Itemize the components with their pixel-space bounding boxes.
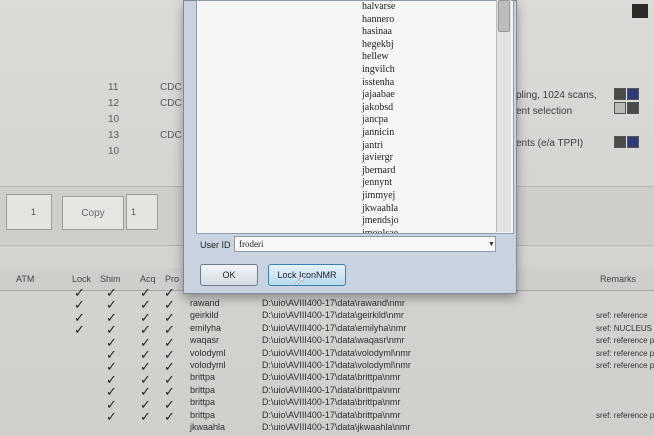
user-cell: geirkild [190, 310, 219, 321]
checkmark-icon: ✓ [164, 409, 175, 424]
path-cell: D:\uio\AVIII400-17\data\brittpa\nmr [262, 384, 401, 395]
experiment-number: 10 [108, 146, 120, 157]
userid-combobox[interactable]: froderi [234, 236, 496, 252]
user-list-scrollbar[interactable] [496, 0, 511, 232]
spinner-value: 1 [131, 207, 137, 217]
path-cell: D:\uio\AVIII400-17\data\brittpa\nmr [262, 409, 401, 420]
checkmark-icon: ✓ [106, 409, 117, 424]
column-header-lock[interactable]: Lock [72, 274, 91, 284]
solvent-code: CDC [160, 130, 182, 141]
remarks-cell: sref: reference p [596, 410, 654, 420]
experiment-number: 13 [108, 130, 120, 141]
user-cell: volodyml [190, 360, 226, 370]
parameter-text: ent selection [516, 106, 573, 117]
user-cell: waqasr [190, 335, 220, 346]
user-cell: emilyha [190, 322, 222, 333]
checkmark-icon: ✓ [140, 409, 151, 424]
user-cell: brittpa [190, 372, 216, 383]
column-header-proc[interactable]: Pro [165, 274, 179, 284]
user-list-item[interactable]: isstenha [362, 77, 394, 88]
experiment-number: 12 [108, 98, 120, 109]
user-list-item[interactable]: jimmyej [362, 190, 395, 201]
user-list-item[interactable]: jakobsd [362, 102, 393, 113]
path-cell: D:\uio\AVIII400-17\data\volodyml\nmr [262, 360, 411, 370]
lock-iconnmr-button[interactable]: Lock IconNMR [268, 264, 346, 286]
user-list-item[interactable]: jajaabae [362, 89, 395, 100]
edit-icon[interactable] [614, 88, 626, 100]
experiment-number: 11 [108, 82, 119, 93]
user-cell: volodyml [190, 347, 226, 358]
view-icon[interactable] [627, 102, 639, 114]
user-list[interactable]: halvarse hannero hasinaa hegekbj hellew ingvi… [196, 0, 514, 234]
remarks-cell: sref: NUCLEUS [596, 323, 653, 333]
userid-label: User ID [200, 240, 231, 250]
user-cell: brittpa [190, 384, 216, 395]
path-cell: D:\uio\AVIII400-17\data\waqasr\nmr [262, 335, 405, 346]
user-list-item[interactable]: jkwaahla [362, 203, 398, 214]
user-cell: jkwaahla [190, 422, 226, 432]
view-icon[interactable] [627, 88, 639, 100]
checkmark-icon: ✓ [74, 322, 85, 338]
user-list-item[interactable]: hellew [362, 51, 389, 62]
spinner-value: 1 [31, 207, 37, 217]
holder-spinner[interactable]: 1 [6, 194, 52, 230]
user-list-item[interactable]: hannero [362, 14, 394, 25]
user-list-item[interactable]: jmendsjo [362, 215, 399, 226]
scrollbar-thumb[interactable] [498, 0, 510, 32]
path-cell: D:\uio\AVIII400-17\data\brittpa\nmr [262, 372, 401, 383]
user-list-item[interactable]: javiergr [362, 152, 393, 163]
remarks-cell: sref: reference p [596, 348, 654, 358]
user-list-item[interactable]: jbernard [362, 165, 395, 176]
column-header-atm[interactable]: ATM [16, 274, 34, 284]
view-icon[interactable] [627, 136, 639, 148]
edit-icon[interactable] [614, 102, 626, 114]
remarks-cell: sref: reference p [596, 336, 654, 346]
copy-button[interactable]: Copy [62, 196, 124, 230]
window-control-icon[interactable] [632, 4, 648, 18]
user-list-item[interactable]: jannicin [362, 127, 394, 138]
user-cell: brittpa [190, 409, 216, 420]
path-cell: D:\uio\AVIII400-17\data\volodyml\nmr [262, 347, 411, 358]
user-list-item[interactable]: jancpa [362, 114, 388, 125]
ok-button[interactable]: OK [200, 264, 258, 286]
path-cell: D:\uio\AVIII400-17\data\jkwaahla\nmr [262, 422, 411, 432]
solvent-code: CDC [160, 82, 182, 93]
solvent-code: CDC [160, 98, 182, 109]
user-list-item[interactable]: jantri [362, 140, 383, 151]
path-cell: D:\uio\AVIII400-17\data\geirkild\nmr [262, 310, 404, 321]
user-cell: rawand [190, 298, 220, 308]
mouse-cursor-icon: ➚ [294, 272, 306, 288]
user-list-item[interactable]: jennynt [362, 177, 392, 188]
copy-count-spinner[interactable]: 1 [126, 194, 158, 230]
user-list-item[interactable]: halvarse [362, 1, 395, 12]
chevron-down-icon[interactable]: ▼ [488, 241, 495, 248]
parameter-text: ents (e/a TPPI) [516, 138, 584, 149]
remarks-cell: sref: reference [596, 311, 648, 321]
experiment-number: 10 [108, 114, 120, 125]
edit-icon[interactable] [614, 136, 626, 148]
column-header-shim[interactable]: Shim [100, 274, 121, 284]
remarks-cell: sref: reference p [596, 361, 654, 370]
user-list-item[interactable]: jmoolsae [362, 228, 398, 233]
column-header-remarks[interactable]: Remarks [600, 274, 636, 284]
user-list-item[interactable]: ingvilch [362, 64, 395, 75]
user-list-item[interactable]: hasinaa [362, 26, 392, 37]
path-cell: D:\uio\AVIII400-17\data\emilyha\nmr [262, 322, 407, 333]
path-cell: D:\uio\AVIII400-17\data\rawand\nmr [262, 298, 405, 308]
parameter-text: pling, 1024 scans, [516, 90, 597, 101]
column-header-acq[interactable]: Acq [140, 274, 156, 284]
user-list-item[interactable]: hegekbj [362, 39, 394, 50]
user-cell: brittpa [190, 397, 216, 408]
path-cell: D:\uio\AVIII400-17\data\brittpa\nmr [262, 397, 401, 408]
